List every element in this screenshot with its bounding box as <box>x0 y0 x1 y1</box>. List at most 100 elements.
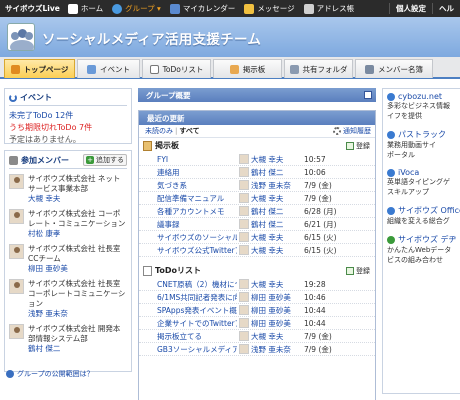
app-brand[interactable]: サイボウズLive <box>0 3 68 14</box>
list-item[interactable]: サイボウズのソーシャルメディ 大槻 幸夫6/15 (火) <box>139 231 375 244</box>
item-title[interactable]: GB3ソーシャルメディアマーケ <box>139 344 237 355</box>
member-item[interactable]: サイボウズ株式会社 社長室 CCチーム 柳田 亜砂美 <box>9 244 127 274</box>
help-link[interactable]: ヘル <box>432 3 460 14</box>
public-scope-label: グループの公開範囲は？ <box>17 370 94 378</box>
service-title[interactable]: iVoca <box>398 168 419 177</box>
item-author[interactable]: 鶴村 傑二 <box>251 219 304 230</box>
item-title[interactable]: 配信準備マニュアル <box>139 193 237 204</box>
item-author[interactable]: 大槻 幸夫 <box>251 279 304 290</box>
nav-home[interactable]: ホーム <box>67 3 103 14</box>
add-member-button[interactable]: + 追加する <box>83 154 127 166</box>
list-item[interactable]: 議事録 鶴村 傑二 6/21 (月) <box>139 218 375 231</box>
member-item[interactable]: サイボウズ株式会社 社長室 コーポレートコミュニケーション 浅野 亜未奈 <box>9 279 127 319</box>
item-title[interactable]: サイボウズのソーシャルメディ <box>139 232 237 243</box>
list-item[interactable]: SPApps発表イベント概要・ス 柳田 亜砂美10:44 <box>139 304 375 317</box>
avatar <box>239 154 249 164</box>
tab-board[interactable]: 掲示板 <box>213 59 282 78</box>
notification-history-link[interactable]: 通知履歴 <box>333 126 371 136</box>
item-author[interactable]: 柳田 亜砂美 <box>251 318 304 329</box>
list-item[interactable]: 配信準備マニュアル 大槻 幸夫 7/9 (金) <box>139 192 375 205</box>
list-item[interactable]: 各種アカウントメモ 鶴村 傑二 6/28 (月) <box>139 205 375 218</box>
item-title[interactable]: SPApps発表イベント概要・ス <box>139 305 237 316</box>
list-item[interactable]: 6/1MS共同記者発表に向けて 柳田 亜砂美10:46 <box>139 291 375 304</box>
member-item[interactable]: サイボウズ株式会社 コーポレート・コミュニケーション 村松 康孝 <box>9 209 127 239</box>
member-item[interactable]: サイボウズ株式会社 ネットサービス事業本部 大槻 幸夫 <box>9 174 127 204</box>
item-title[interactable]: 掲示板立てる <box>139 331 237 342</box>
group-overview-header[interactable]: グループ概要 <box>138 88 376 102</box>
member-box-title: 参加メンバー <box>21 155 69 165</box>
service-link[interactable]: iVoca 英単語タイピングゲ スキルアップ <box>387 168 456 197</box>
item-author[interactable]: 鶴村 傑二 <box>251 167 304 178</box>
item-title[interactable]: 各種アカウントメモ <box>139 206 237 217</box>
list-item[interactable]: CNET原稿（2）機材について 大槻 幸夫19:28 <box>139 278 375 291</box>
nav-message[interactable]: メッセージ <box>244 3 295 14</box>
item-author[interactable]: 柳田 亜砂美 <box>251 305 304 316</box>
tab-top-page[interactable]: トップページ <box>4 59 75 78</box>
item-title[interactable]: サイボウズ公式Twitterアカウ <box>139 245 237 256</box>
list-item[interactable]: FYI 大槻 幸夫 10:57 <box>139 153 375 166</box>
board-section-title[interactable]: 掲示板 <box>155 140 179 151</box>
item-author[interactable]: 大槻 幸夫 <box>251 331 304 342</box>
public-scope-link[interactable]: グループの公開範囲は？ <box>6 369 94 379</box>
item-author[interactable]: 大槻 幸夫 <box>251 245 304 256</box>
todo-section-title[interactable]: ToDoリスト <box>155 265 201 276</box>
member-name[interactable]: 村松 康孝 <box>28 229 60 238</box>
filter-all[interactable]: すべて <box>179 126 199 136</box>
item-title[interactable]: 企業サイトでのTwitterアカウ <box>139 318 237 329</box>
tab-shared-folder[interactable]: 共有フォルダ <box>284 59 353 78</box>
refresh-icon[interactable] <box>9 93 17 102</box>
service-link[interactable]: サイボウズ デヂ かんたんWebデータ ビスの組み合わせ <box>387 234 457 265</box>
service-title[interactable]: cybozu.net <box>398 92 442 101</box>
item-title[interactable]: FYI <box>139 155 237 164</box>
item-author[interactable]: 柳田 亜砂美 <box>251 292 304 303</box>
item-author[interactable]: 大槻 幸夫 <box>251 232 304 243</box>
service-title[interactable]: パストラック <box>398 129 446 140</box>
nav-group[interactable]: グループ ▾ <box>112 3 161 14</box>
expand-icon[interactable] <box>364 91 372 99</box>
service-link[interactable]: cybozu.net 多彩なビジネス情報 イフを提供 <box>387 92 456 121</box>
list-item[interactable]: 気づき系 浅野 亜未奈 7/9 (金) <box>139 179 375 192</box>
member-item[interactable]: サイボウズ株式会社 開発本部情報システム部 鶴村 傑二 <box>9 324 127 354</box>
member-name[interactable]: 大槻 幸夫 <box>28 194 60 203</box>
service-link[interactable]: パストラック 業務用動画サイ ポータル <box>387 129 456 160</box>
service-title[interactable]: サイボウズ Office <box>398 205 460 216</box>
item-author[interactable]: 大槻 幸夫 <box>251 193 304 204</box>
service-title[interactable]: サイボウズ デヂ <box>398 234 457 245</box>
item-author[interactable]: 浅野 亜未奈 <box>251 344 304 355</box>
item-title[interactable]: 6/1MS共同記者発表に向けて <box>139 292 237 303</box>
incomplete-todo-link[interactable]: 未完了ToDo 12件 <box>9 110 127 121</box>
item-title[interactable]: 議事録 <box>139 219 237 230</box>
personal-settings-link[interactable]: 個人設定 <box>389 3 432 14</box>
related-services-box: cybozu.net 多彩なビジネス情報 イフを提供 パストラック 業務用動画サ… <box>382 88 460 394</box>
member-name[interactable]: 柳田 亜砂美 <box>28 264 68 273</box>
nav-my-calendar[interactable]: マイカレンダー <box>169 3 235 14</box>
service-link[interactable]: サイボウズ Office 組織を変える総合グ <box>387 205 460 226</box>
right-column: cybozu.net 多彩なビジネス情報 イフを提供 パストラック 業務用動画サ… <box>382 88 460 394</box>
tab-todo[interactable]: ToDoリスト <box>142 59 211 78</box>
nav-address-book[interactable]: アドレス帳 <box>303 3 354 14</box>
list-item[interactable]: サイボウズ公式Twitterアカウ 大槻 幸夫6/15 (火) <box>139 244 375 257</box>
center-column: グループ概要 最近の更新 未読のみ | すべて 通知履歴 掲示板 登録 FYI 大… <box>138 88 376 400</box>
filter-unread-only[interactable]: 未読のみ <box>145 126 173 136</box>
bullet-icon <box>387 168 395 177</box>
item-title[interactable]: CNET原稿（2）機材について <box>139 279 237 290</box>
board-register-button[interactable]: 登録 <box>346 141 370 151</box>
overdue-todo-link[interactable]: うち期限切れToDo 7件 <box>9 122 127 133</box>
todo-register-button[interactable]: 登録 <box>346 266 370 276</box>
item-title[interactable]: 気づき系 <box>139 180 237 191</box>
tab-event[interactable]: イベント <box>77 59 140 78</box>
item-title[interactable]: 連絡用 <box>139 167 237 178</box>
list-item[interactable]: 連絡用 鶴村 傑二 10:06 <box>139 166 375 179</box>
tab-event-label: イベント <box>100 64 130 74</box>
member-name[interactable]: 浅野 亜未奈 <box>28 309 68 318</box>
list-item[interactable]: GB3ソーシャルメディアマーケ 浅野 亜未奈7/9 (金) <box>139 343 375 356</box>
member-name[interactable]: 鶴村 傑二 <box>28 344 60 353</box>
list-item[interactable]: 掲示板立てる 大槻 幸夫 7/9 (金) <box>139 330 375 343</box>
tab-members[interactable]: メンバー名簿 <box>355 59 433 78</box>
members-icon <box>365 64 374 74</box>
list-item[interactable]: 企業サイトでのTwitterアカウ 柳田 亜砂美10:44 <box>139 317 375 330</box>
avatar <box>239 318 249 328</box>
item-author[interactable]: 浅野 亜未奈 <box>251 180 304 191</box>
item-author[interactable]: 鶴村 傑二 <box>251 206 304 217</box>
item-author[interactable]: 大槻 幸夫 <box>251 154 304 165</box>
